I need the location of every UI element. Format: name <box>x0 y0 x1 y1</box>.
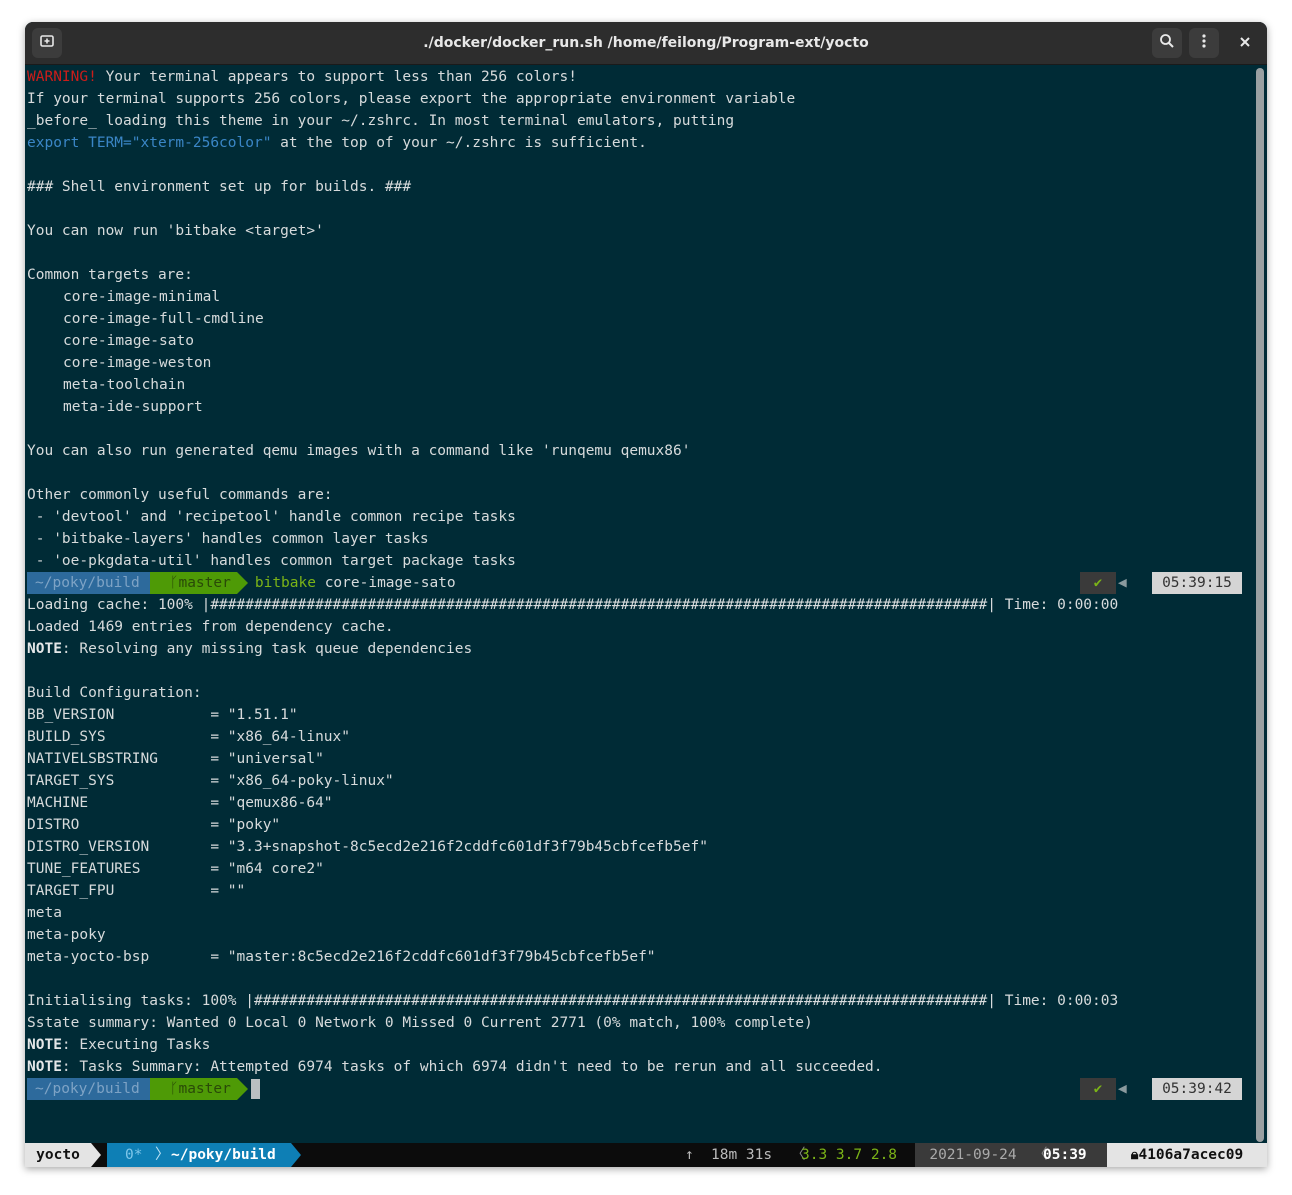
output-line: Build Configuration: <box>27 685 202 701</box>
target-item: meta-toolchain <box>63 377 186 393</box>
warning-line: WARNING! Your terminal appears to suppor… <box>27 69 577 85</box>
tmux-load: 3.3 3.7 2.8 <box>801 1147 898 1163</box>
command-item: - 'oe-pkgdata-util' handles common targe… <box>27 553 516 569</box>
close-icon <box>1239 34 1251 52</box>
prompt-directory: ~/poky/build <box>27 572 161 594</box>
config-line: DISTRO_VERSION = "3.3+snapshot-8c5ecd2e2… <box>27 839 708 855</box>
command-item: - 'devtool' and 'recipetool' handle comm… <box>27 509 516 525</box>
target-item: core-image-sato <box>63 333 194 349</box>
output-line: Other commonly useful commands are: <box>27 487 333 503</box>
output-line: Loaded 1469 entries from dependency cach… <box>27 619 394 635</box>
status-ok-icon: ✔ <box>1080 1078 1116 1100</box>
note-line: NOTE: Tasks Summary: Attempted 6974 task… <box>27 1059 883 1075</box>
search-icon <box>1159 33 1175 53</box>
prompt-git-branch: ᚴmaster <box>149 572 248 594</box>
output-line: export TERM="xterm-256color" at the top … <box>27 135 647 151</box>
note-line: NOTE: Executing Tasks <box>27 1037 211 1053</box>
tmux-window-path: ~/poky/build <box>171 1147 276 1163</box>
prompt-time: 05:39:15 <box>1152 572 1242 594</box>
output-line: You can now run 'bitbake <target>' <box>27 223 324 239</box>
separator-arrow-icon <box>91 1143 101 1167</box>
config-line: TUNE_FEATURES = "m64 core2" <box>27 861 324 877</box>
chevron-right-icon: 〉 <box>155 1147 170 1163</box>
output-line: ### Shell environment set up for builds.… <box>27 179 412 195</box>
prompt-time: 05:39:42 <box>1152 1078 1242 1100</box>
prompt-directory: ~/poky/build <box>27 1078 161 1100</box>
text-cursor[interactable] <box>250 1079 260 1099</box>
tmux-window-index: 0* <box>125 1147 143 1163</box>
status-ok-icon: ✔ <box>1080 572 1116 594</box>
config-line: TARGET_SYS = "x86_64-poky-linux" <box>27 773 394 789</box>
shell-prompt: ~/poky/build ᚴmaster <box>27 1078 260 1100</box>
close-button[interactable] <box>1230 28 1260 58</box>
target-item: core-image-weston <box>63 355 212 371</box>
loading-progress: Loading cache: 100% |###################… <box>27 597 1119 613</box>
scrollbar[interactable] <box>1256 68 1264 1142</box>
config-line: BB_VERSION = "1.51.1" <box>27 707 298 723</box>
menu-button[interactable] <box>1189 28 1219 58</box>
tmux-host: 🔒︎4106a7acec09 <box>1107 1143 1267 1167</box>
output-line: If your terminal supports 256 colors, pl… <box>27 91 796 107</box>
config-line: NATIVELSBSTRING = "universal" <box>27 751 324 767</box>
target-item: core-image-full-cmdline <box>63 311 264 327</box>
separator-arrow-icon <box>291 1143 301 1167</box>
tmux-session: yocto <box>25 1143 91 1167</box>
entered-command: bitbake core-image-sato <box>254 575 456 591</box>
shell-prompt: ~/poky/build ᚴmaster bitbake core-image-… <box>27 572 456 594</box>
config-line: meta-poky <box>27 927 106 943</box>
output-line: _before_ loading this theme in your ~/.z… <box>27 113 735 129</box>
config-line: DISTRO = "poky" <box>27 817 281 833</box>
target-item: core-image-minimal <box>63 289 221 305</box>
note-line: NOTE: Resolving any missing task queue d… <box>27 641 473 657</box>
prompt-git-branch: ᚴmaster <box>149 1078 248 1100</box>
export-command: export TERM="xterm-256color" <box>27 135 272 151</box>
uptime-arrow-icon: ↑ <box>685 1147 694 1163</box>
kebab-menu-icon <box>1196 33 1212 53</box>
config-line: meta <box>27 905 62 921</box>
target-item: meta-ide-support <box>63 399 203 415</box>
output-line: You can also run generated qemu images w… <box>27 443 691 459</box>
config-line: TARGET_FPU = "" <box>27 883 246 899</box>
config-line: meta-yocto-bsp = "master:8c5ecd2e216f2cd… <box>27 949 656 965</box>
tmux-status-bar: yocto 0* 〉 ~/poky/build ↑ 18m 31s 〈 3.3 … <box>25 1143 1267 1167</box>
output-line: Common targets are: <box>27 267 193 283</box>
tmux-uptime: 18m 31s <box>711 1147 773 1163</box>
title-bar: ./docker/docker_run.sh /home/feilong/Pro… <box>25 22 1267 65</box>
warning-label: WARNING! <box>27 69 97 85</box>
config-line: BUILD_SYS = "x86_64-linux" <box>27 729 351 745</box>
terminal-output[interactable]: WARNING! Your terminal appears to suppor… <box>25 65 1253 1143</box>
command-item: - 'bitbake-layers' handles common layer … <box>27 531 429 547</box>
window-title: ./docker/docker_run.sh /home/feilong/Pro… <box>423 35 869 51</box>
tmux-clock: 05:39 <box>1043 1147 1087 1163</box>
init-progress: Initialising tasks: 100% |##############… <box>27 993 1119 1009</box>
tmux-date: 2021-09-24 <box>915 1143 1031 1167</box>
search-button[interactable] <box>1152 28 1182 58</box>
separator-arrow-icon: ◀ <box>1118 1081 1127 1097</box>
separator-arrow-icon: ◀ <box>1118 575 1127 591</box>
config-line: MACHINE = "qemux86-64" <box>27 795 333 811</box>
output-line: Sstate summary: Wanted 0 Local 0 Network… <box>27 1015 813 1031</box>
terminal-window: ./docker/docker_run.sh /home/feilong/Pro… <box>25 22 1267 1167</box>
